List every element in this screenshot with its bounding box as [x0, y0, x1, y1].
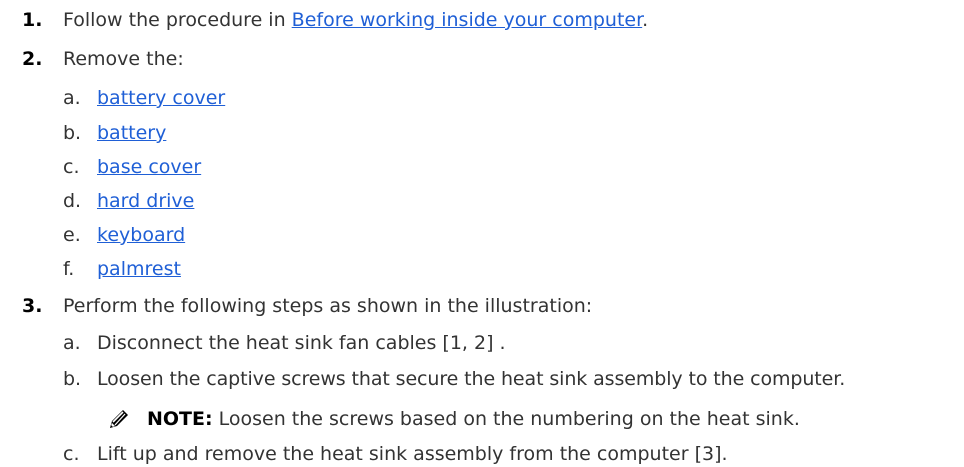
item-letter: d.	[63, 190, 82, 212]
battery-link[interactable]: battery	[97, 121, 166, 145]
item-letter: b.	[63, 368, 82, 390]
substep-text: Loosen the captive screws that secure th…	[97, 368, 846, 390]
step-number: 3.	[22, 295, 43, 317]
battery-cover-link[interactable]: battery cover	[97, 86, 225, 110]
item-letter: a.	[63, 87, 81, 109]
step-number: 2.	[22, 48, 43, 70]
item-letter: c.	[63, 443, 80, 465]
item-letter: a.	[63, 332, 81, 354]
keyboard-link[interactable]: keyboard	[97, 223, 185, 247]
hard-drive-link[interactable]: hard drive	[97, 189, 194, 213]
item-letter: e.	[63, 224, 81, 246]
note-label: NOTE:	[147, 408, 213, 430]
substep-text: Disconnect the heat sink fan cables [1, …	[97, 332, 506, 354]
item-letter: f.	[63, 258, 75, 280]
before-working-link[interactable]: Before working inside your computer	[292, 9, 643, 31]
item-letter: c.	[63, 156, 80, 178]
step-number: 1.	[22, 9, 43, 31]
step-text: Perform the following steps as shown in …	[63, 295, 593, 317]
base-cover-link[interactable]: base cover	[97, 155, 201, 179]
step-text: Follow the procedure in Before working i…	[63, 9, 649, 31]
pencil-icon	[106, 406, 132, 432]
item-letter: b.	[63, 122, 82, 144]
substep-text: Lift up and remove the heat sink assembl…	[97, 443, 728, 465]
step-text: Remove the:	[63, 48, 184, 70]
note-text: NOTE: Loosen the screws based on the num…	[147, 408, 800, 430]
palmrest-link[interactable]: palmrest	[97, 257, 181, 281]
